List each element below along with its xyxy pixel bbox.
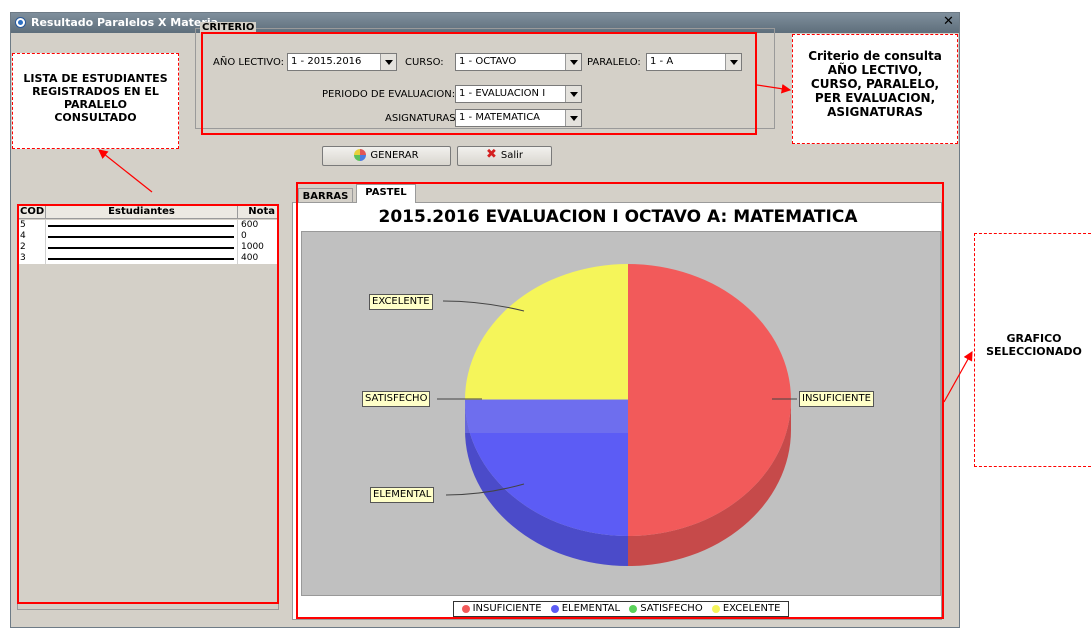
annotation-arrows — [98, 83, 973, 403]
arrow-to-criteria-annotation — [756, 83, 792, 94]
arrow-to-grafico-annotation — [943, 350, 973, 403]
tab-pastel[interactable]: PASTEL — [356, 184, 416, 203]
arrow-to-list-annotation — [98, 149, 153, 193]
